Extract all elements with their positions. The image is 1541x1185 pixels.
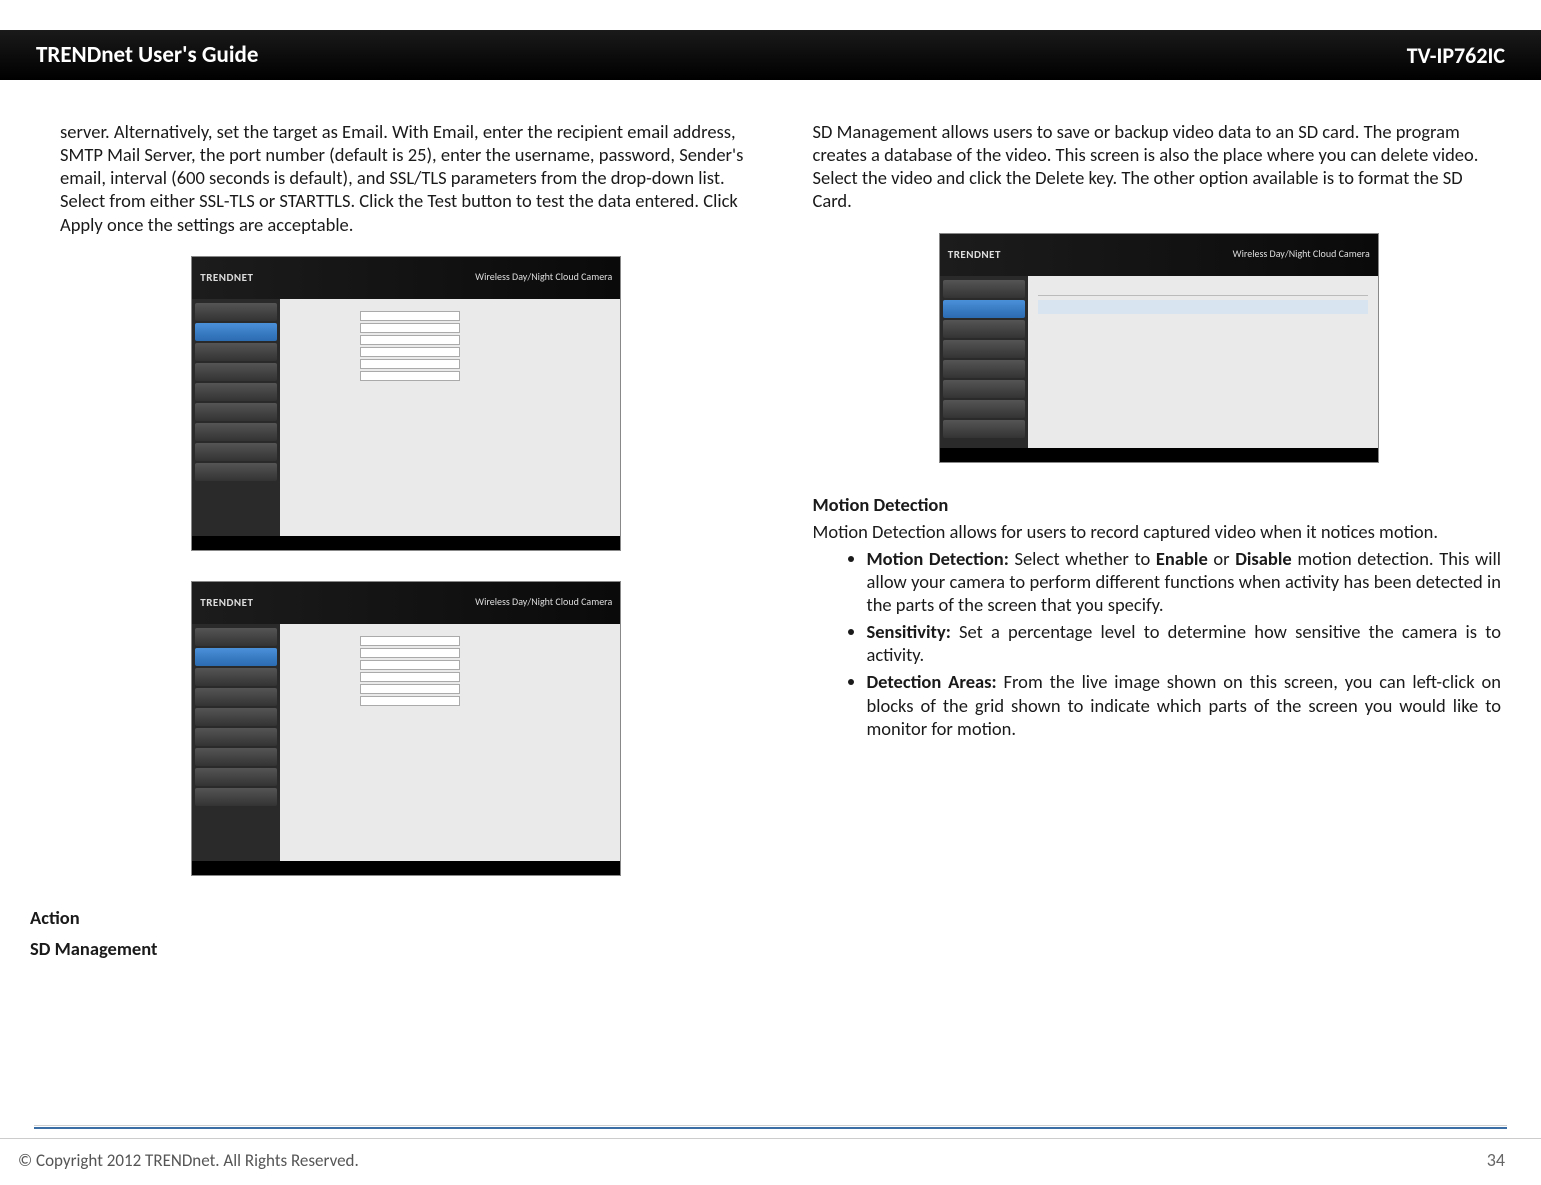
- sidebar-item: [943, 280, 1025, 298]
- mock-field: [290, 696, 610, 706]
- screenshot-brand: TRENDNET: [200, 596, 253, 610]
- sd-management-paragraph: SD Management allows users to save or ba…: [813, 120, 1506, 213]
- motion-detection-list: Motion Detection: Select whether to Enab…: [813, 547, 1506, 740]
- sidebar-item: [943, 420, 1025, 438]
- screenshot-footer: [940, 448, 1378, 462]
- screenshot-topbar: TRENDNET Wireless Day/Night Cloud Camera: [192, 257, 620, 299]
- mock-field: [290, 672, 610, 682]
- sidebar-item: [195, 688, 277, 706]
- screenshot-sd-management: TRENDNET Wireless Day/Night Cloud Camera: [939, 233, 1379, 463]
- sidebar-item: [195, 708, 277, 726]
- sidebar-item: [195, 628, 277, 646]
- screenshot-topbar: TRENDNET Wireless Day/Night Cloud Camera: [940, 234, 1378, 276]
- mock-field: [290, 359, 610, 369]
- heading-action: Action: [30, 906, 753, 929]
- right-column: SD Management allows users to save or ba…: [813, 120, 1506, 964]
- screenshot-sidebar: [940, 276, 1028, 448]
- bullet-text: or: [1208, 547, 1235, 570]
- mock-field: [290, 684, 610, 694]
- heading-motion-detection: Motion Detection: [813, 493, 1506, 516]
- screenshot-footer: [192, 861, 620, 875]
- header-bar: TRENDnet User's Guide TV-IP762IC: [0, 30, 1541, 80]
- bullet-label: Motion Detection:: [867, 547, 1009, 570]
- screenshot-title: Wireless Day/Night Cloud Camera: [1233, 248, 1370, 261]
- sidebar-item: [195, 343, 277, 361]
- screenshot-brand: TRENDNET: [200, 271, 253, 285]
- bold-enable: Enable: [1156, 547, 1208, 570]
- screenshot-body: [940, 276, 1378, 448]
- mock-field: [290, 311, 610, 321]
- bullet-sensitivity: Sensitivity: Set a percentage level to d…: [867, 620, 1506, 666]
- screenshot-main-panel: [1028, 276, 1378, 448]
- mock-field: [290, 323, 610, 333]
- screenshot-main-panel: [280, 624, 620, 861]
- bullet-text: Select whether to: [1009, 547, 1156, 570]
- sidebar-item: [943, 340, 1025, 358]
- sidebar-item: [195, 403, 277, 421]
- mock-table-header: [1038, 282, 1368, 296]
- screenshot-email-settings: TRENDNET Wireless Day/Night Cloud Camera: [191, 581, 621, 876]
- sidebar-item: [195, 383, 277, 401]
- model-number: TV-IP762IC: [1407, 42, 1505, 69]
- screenshot-title: Wireless Day/Night Cloud Camera: [475, 596, 612, 609]
- page-header: TRENDnet User's Guide TV-IP762IC: [0, 0, 1541, 100]
- screenshot-topbar: TRENDNET Wireless Day/Night Cloud Camera: [192, 582, 620, 624]
- bullet-label: Detection Areas:: [867, 670, 997, 693]
- sidebar-item: [195, 748, 277, 766]
- sidebar-item: [195, 728, 277, 746]
- sidebar-item-active: [943, 300, 1025, 318]
- bullet-detection-areas: Detection Areas: From the live image sho…: [867, 670, 1506, 739]
- sidebar-item: [195, 463, 277, 481]
- sidebar-item: [195, 423, 277, 441]
- copyright-text: © Copyright 2012 TRENDnet. All Rights Re…: [18, 1150, 359, 1171]
- mock-field: [290, 347, 610, 357]
- heading-sd-management: SD Management: [30, 937, 753, 960]
- screenshot-snapshot-settings: TRENDNET Wireless Day/Night Cloud Camera: [191, 256, 621, 551]
- bullet-label: Sensitivity:: [867, 620, 951, 643]
- page-footer: © Copyright 2012 TRENDnet. All Rights Re…: [0, 1138, 1541, 1171]
- mock-field: [290, 335, 610, 345]
- screenshot-sidebar: [192, 299, 280, 536]
- mock-field: [290, 648, 610, 658]
- bullet-text: Set a percentage level to determine how …: [867, 620, 1502, 666]
- sidebar-item: [195, 788, 277, 806]
- sidebar-item: [195, 768, 277, 786]
- intro-paragraph: server. Alternatively, set the target as…: [60, 120, 753, 236]
- bullet-motion-detection: Motion Detection: Select whether to Enab…: [867, 547, 1506, 616]
- screenshot-sidebar: [192, 624, 280, 861]
- guide-title: TRENDnet User's Guide: [36, 41, 258, 69]
- bold-disable: Disable: [1235, 547, 1292, 570]
- mock-table-row: [1038, 300, 1368, 314]
- sidebar-item: [195, 363, 277, 381]
- screenshot-body: [192, 299, 620, 536]
- sidebar-item: [195, 668, 277, 686]
- screenshot-brand: TRENDNET: [948, 248, 1001, 262]
- mock-table-row: [1038, 316, 1368, 330]
- mock-field: [290, 660, 610, 670]
- left-column: server. Alternatively, set the target as…: [60, 120, 753, 964]
- sidebar-item: [195, 303, 277, 321]
- page-number: 34: [1487, 1149, 1505, 1171]
- sidebar-item-active: [195, 323, 277, 341]
- sidebar-item-active: [195, 648, 277, 666]
- screenshot-footer: [192, 536, 620, 550]
- mock-field: [290, 371, 610, 381]
- sidebar-item: [943, 400, 1025, 418]
- content-area: server. Alternatively, set the target as…: [0, 100, 1541, 964]
- screenshot-main-panel: [280, 299, 620, 536]
- sidebar-item: [195, 443, 277, 461]
- screenshot-title: Wireless Day/Night Cloud Camera: [475, 271, 612, 284]
- sidebar-item: [943, 380, 1025, 398]
- sidebar-item: [943, 320, 1025, 338]
- screenshot-body: [192, 624, 620, 861]
- mock-field: [290, 636, 610, 646]
- footer-divider: [34, 1125, 1507, 1129]
- sidebar-item: [943, 360, 1025, 378]
- motion-detection-intro: Motion Detection allows for users to rec…: [813, 520, 1506, 543]
